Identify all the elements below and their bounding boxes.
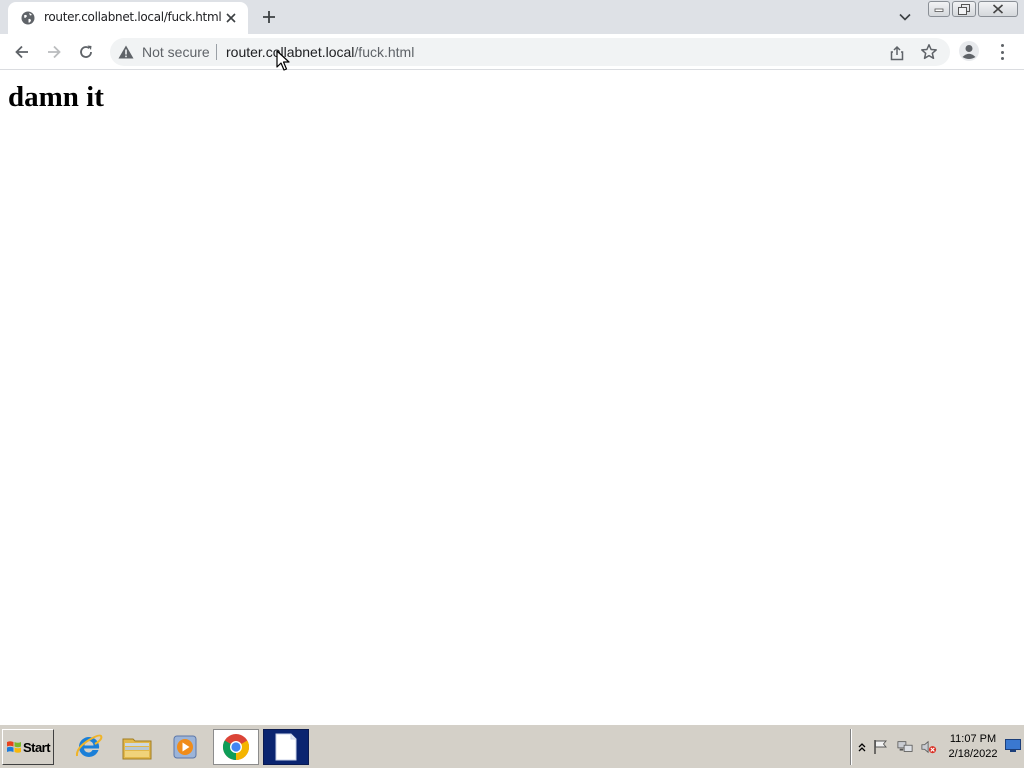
clock-date: 2/18/2022 — [948, 748, 998, 760]
url-text[interactable]: router.collabnet.local/fuck.html — [226, 44, 414, 60]
arrow-right-icon — [48, 45, 61, 59]
forward-button[interactable] — [42, 40, 66, 64]
network-icon — [897, 741, 913, 752]
menu-dot — [1000, 50, 1004, 54]
internet-explorer-icon — [75, 734, 103, 757]
tab-search-button[interactable] — [895, 8, 915, 26]
omnibox-divider — [216, 44, 217, 60]
chrome-icon — [222, 734, 250, 761]
speaker-muted-icon — [921, 740, 937, 754]
address-bar[interactable]: Not secure router.collabnet.local/fuck.h… — [110, 38, 950, 66]
url-path: /fuck.html — [354, 44, 415, 60]
taskbar-media-player[interactable] — [162, 729, 208, 765]
taskbar-document[interactable] — [263, 729, 309, 765]
network-status[interactable] — [897, 739, 913, 755]
taskbar-file-explorer[interactable] — [114, 729, 160, 765]
security-status-label[interactable]: Not secure — [142, 44, 210, 60]
chevron-up-icon — [858, 743, 866, 752]
document-icon — [275, 733, 297, 761]
tab-title: router.collabnet.local/fuck.html — [44, 10, 222, 24]
browser-toolbar: Not secure router.collabnet.local/fuck.h… — [0, 34, 1024, 70]
volume-muted[interactable] — [921, 739, 937, 755]
menu-dot — [1000, 44, 1004, 47]
taskbar: Start 11:07 PM 2/18/2022 — [0, 724, 1024, 768]
start-button[interactable]: Start — [2, 729, 54, 765]
window-restore-button[interactable] — [952, 1, 976, 17]
window-minimize-button[interactable] — [928, 1, 950, 17]
system-tray: 11:07 PM 2/18/2022 — [850, 729, 1024, 765]
share-icon[interactable] — [888, 44, 906, 62]
browser-tab[interactable]: router.collabnet.local/fuck.html — [8, 2, 248, 34]
bookmark-star-icon[interactable] — [920, 43, 938, 61]
reload-button[interactable] — [74, 40, 98, 64]
reload-icon — [80, 45, 92, 58]
person-icon — [959, 41, 979, 61]
show-hidden-icons-button[interactable] — [854, 739, 870, 755]
profile-avatar-icon[interactable] — [958, 40, 980, 62]
windows-logo-icon — [6, 741, 21, 753]
close-icon — [992, 4, 1004, 14]
restore-icon — [958, 3, 970, 15]
media-player-icon — [173, 735, 197, 759]
mouse-cursor-icon — [276, 50, 290, 71]
action-center-flag[interactable] — [873, 739, 889, 755]
back-button[interactable] — [10, 40, 34, 64]
window-close-button[interactable] — [978, 1, 1018, 17]
new-tab-button[interactable] — [258, 6, 280, 28]
page-heading: damn it — [8, 81, 104, 113]
taskbar-chrome[interactable] — [213, 729, 259, 765]
browser-menu-button[interactable] — [994, 42, 1010, 62]
globe-icon — [21, 11, 35, 25]
clock-time: 11:07 PM — [949, 733, 997, 745]
flag-icon — [874, 740, 887, 754]
url-host: router.collabnet.local — [226, 44, 355, 60]
chevron-down-icon — [899, 13, 911, 21]
minimize-icon — [934, 8, 944, 12]
tab-close-button[interactable] — [222, 9, 240, 27]
start-label: Start — [22, 739, 51, 755]
taskbar-clock[interactable]: 11:07 PM 2/18/2022 — [943, 732, 1003, 762]
file-explorer-icon — [122, 738, 152, 760]
taskbar-internet-explorer[interactable] — [66, 729, 112, 765]
tab-strip: router.collabnet.local/fuck.html — [0, 0, 1024, 34]
plus-icon — [263, 11, 275, 23]
arrow-left-icon — [15, 45, 28, 59]
page-viewport: damn it — [0, 71, 1024, 724]
show-desktop-icon[interactable] — [1005, 739, 1021, 753]
menu-dot — [1000, 57, 1004, 60]
warning-icon — [118, 45, 134, 59]
close-icon — [226, 13, 236, 23]
